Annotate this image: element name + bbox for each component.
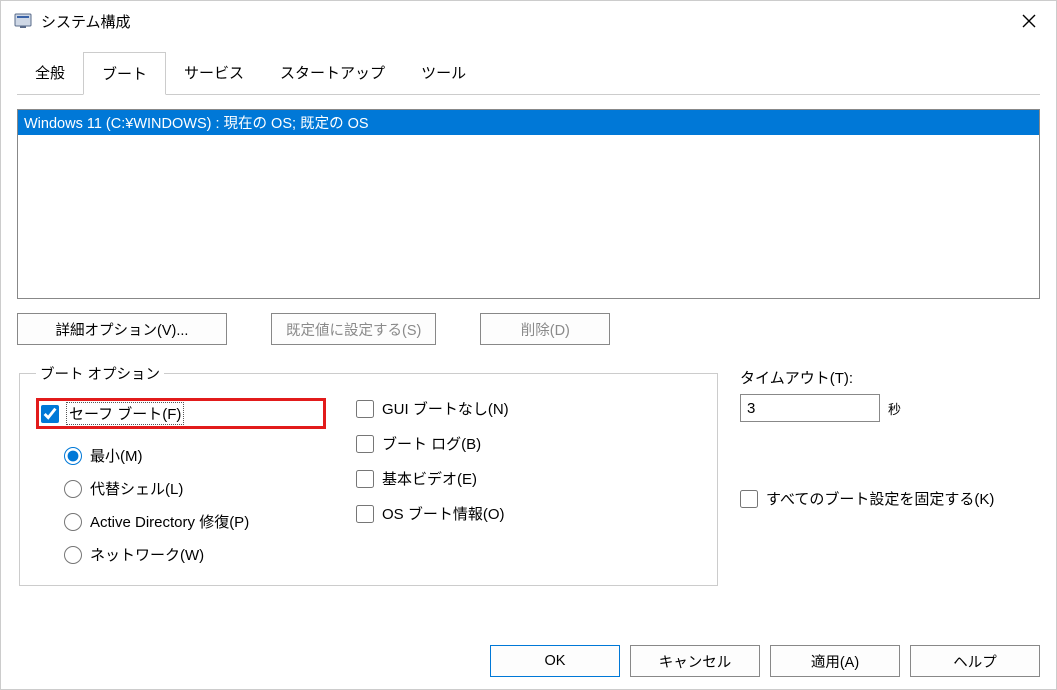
os-boot-info-checkbox[interactable] [356,505,374,523]
advanced-options-button[interactable]: 詳細オプション(V)... [17,313,227,345]
radio-altshell-label: 代替シェル(L) [90,478,183,499]
tab-panel-boot: Windows 11 (C:¥WINDOWS) : 現在の OS; 既定の OS… [17,95,1040,586]
timeout-unit: 秒 [888,399,901,418]
boot-entry[interactable]: Windows 11 (C:¥WINDOWS) : 現在の OS; 既定の OS [18,110,1039,135]
boot-log-checkbox[interactable] [356,435,374,453]
cancel-button[interactable]: キャンセル [630,645,760,677]
no-gui-boot-label: GUI ブートなし(N) [382,398,509,419]
tab-strip: 全般 ブート サービス スタートアップ ツール [17,51,1040,95]
app-icon [13,11,33,31]
boot-options-group: ブート オプション セーフ ブート(F) [19,363,718,586]
radio-minimal-label: 最小(M) [90,445,143,466]
safe-boot-mode-radios: 最小(M) 代替シェル(L) Active Directory 修復(P) [64,445,326,565]
timeout-column: タイムアウト(T): 秒 すべてのブート設定を固定する(K) [740,363,1040,586]
delete-button: 削除(D) [480,313,610,345]
tab-boot[interactable]: ブート [83,52,166,95]
tab-tools[interactable]: ツール [403,52,484,95]
os-boot-info-label: OS ブート情報(O) [382,503,505,524]
timeout-input[interactable] [740,394,880,422]
base-video-label: 基本ビデオ(E) [382,468,477,489]
radio-altshell[interactable] [64,480,82,498]
window-title: システム構成 [41,11,1006,32]
button-label: 削除(D) [521,319,570,340]
radio-ad-repair-label: Active Directory 修復(P) [90,511,249,532]
button-label: 詳細オプション(V)... [56,319,189,340]
button-label: 既定値に設定する(S) [286,319,421,340]
close-button[interactable] [1006,5,1052,37]
button-label: 適用(A) [811,651,859,672]
set-default-button: 既定値に設定する(S) [271,313,436,345]
make-permanent-label: すべてのブート設定を固定する(K) [766,488,994,509]
tab-services[interactable]: サービス [166,52,262,95]
no-gui-boot-checkbox[interactable] [356,400,374,418]
base-video-checkbox[interactable] [356,470,374,488]
group-legend: ブート オプション [36,363,164,384]
button-label: キャンセル [659,651,732,672]
help-button[interactable]: ヘルプ [910,645,1040,677]
lower-area: ブート オプション セーフ ブート(F) [17,363,1040,586]
tab-general[interactable]: 全般 [17,52,83,95]
boot-log-label: ブート ログ(B) [382,433,481,454]
system-configuration-window: システム構成 全般 ブート サービス スタートアップ ツール Windows 1… [0,0,1057,690]
safe-boot-highlight: セーフ ブート(F) [36,398,326,429]
boot-entries-list[interactable]: Windows 11 (C:¥WINDOWS) : 現在の OS; 既定の OS [17,109,1040,299]
radio-minimal[interactable] [64,447,82,465]
ok-button[interactable]: OK [490,645,620,677]
button-label: OK [545,653,566,669]
radio-ad-repair[interactable] [64,513,82,531]
radio-network-label: ネットワーク(W) [90,544,204,565]
make-permanent-checkbox[interactable] [740,490,758,508]
safe-boot-checkbox[interactable] [41,405,59,423]
radio-network[interactable] [64,546,82,564]
button-label: ヘルプ [953,651,997,672]
safe-boot-label: セーフ ブート(F) [67,403,183,424]
tab-startup[interactable]: スタートアップ [262,52,403,95]
apply-button[interactable]: 適用(A) [770,645,900,677]
timeout-label: タイムアウト(T): [740,367,1040,388]
boot-entry-buttons: 詳細オプション(V)... 既定値に設定する(S) 削除(D) [17,313,1040,345]
titlebar: システム構成 [1,1,1056,41]
dialog-footer: OK キャンセル 適用(A) ヘルプ [490,645,1040,677]
content-area: 全般 ブート サービス スタートアップ ツール Windows 11 (C:¥W… [1,41,1056,602]
